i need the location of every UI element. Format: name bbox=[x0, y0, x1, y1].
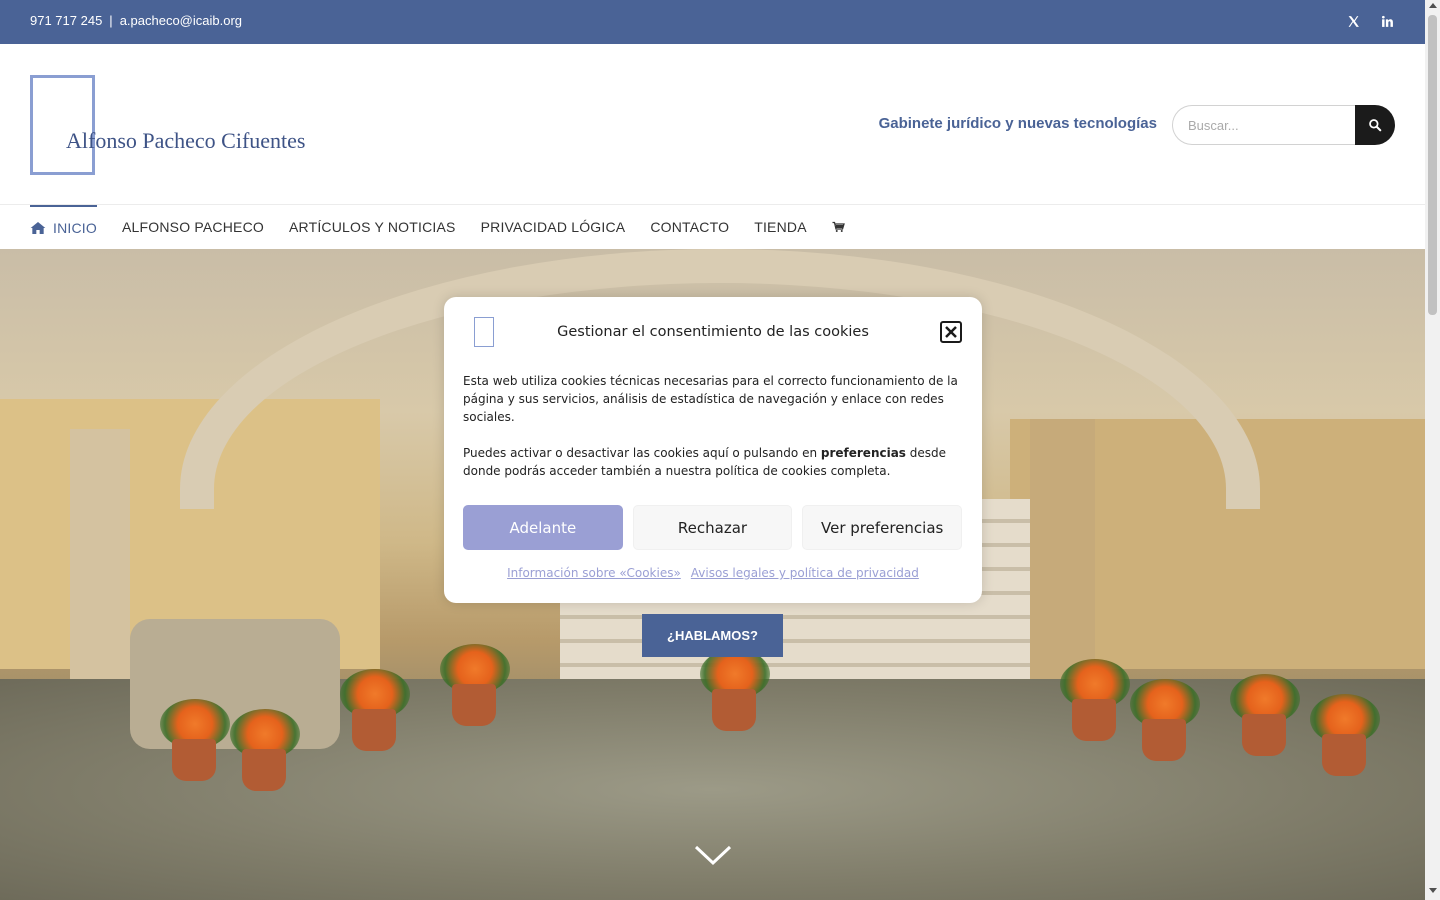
view-preferences-button[interactable]: Ver preferencias bbox=[802, 505, 963, 550]
hero-flower-pot bbox=[1322, 734, 1366, 776]
modal-actions: Adelante Rechazar Ver preferencias bbox=[463, 505, 963, 550]
cookies-info-link[interactable]: Información sobre «Cookies» bbox=[507, 566, 681, 580]
nav-item-label: CONTACTO bbox=[650, 219, 730, 235]
scrollbar-thumb[interactable] bbox=[1428, 15, 1437, 315]
site-tagline: Gabinete jurídico y nuevas tecnologías bbox=[878, 115, 1157, 132]
modal-title: Gestionar el consentimiento de las cooki… bbox=[557, 324, 869, 340]
hero-flower-pot bbox=[352, 709, 396, 751]
home-icon bbox=[30, 222, 46, 234]
scroll-up-arrow-icon[interactable] bbox=[1429, 3, 1437, 8]
nav-item-tienda[interactable]: TIENDA bbox=[754, 205, 807, 249]
legal-notice-link[interactable]: Avisos legales y política de privacidad bbox=[691, 566, 919, 580]
nav-item-label: ARTÍCULOS Y NOTICIAS bbox=[288, 219, 456, 235]
top-bar: 971 717 245 | a.pacheco@icaib.org bbox=[0, 0, 1425, 44]
search-button[interactable] bbox=[1355, 105, 1395, 145]
nav-item-label: ALFONSO PACHECO bbox=[121, 219, 264, 235]
nav-item-privacidad-logica[interactable]: PRIVACIDAD LÓGICA bbox=[481, 205, 626, 249]
nav-item-articulos-y-noticias[interactable]: ARTÍCULOS Y NOTICIAS bbox=[289, 205, 456, 249]
linkedin-icon[interactable] bbox=[1379, 12, 1395, 30]
social-links bbox=[1345, 12, 1395, 30]
nav-item-label: INICIO bbox=[53, 220, 97, 236]
x-icon[interactable] bbox=[1345, 12, 1361, 30]
reject-button[interactable]: Rechazar bbox=[632, 505, 793, 550]
close-icon bbox=[945, 326, 957, 338]
email-link[interactable]: a.pacheco@icaib.org bbox=[120, 13, 242, 28]
cookie-consent-modal: Gestionar el consentimiento de las cooki… bbox=[444, 297, 982, 603]
modal-paragraph: Esta web utiliza cookies técnicas necesa… bbox=[463, 374, 958, 424]
modal-paragraph: Puedes activar o desactivar las cookies … bbox=[463, 444, 963, 480]
hero-flower-pot bbox=[712, 689, 756, 731]
site-header: Alfonso Pacheco Cifuentes Gabinete juríd… bbox=[0, 44, 1425, 205]
modal-text: Puedes activar o desactivar las cookies … bbox=[463, 446, 821, 460]
scroll-down-icon[interactable] bbox=[694, 844, 732, 866]
contact-info: 971 717 245 | a.pacheco@icaib.org bbox=[30, 13, 242, 28]
modal-links: Información sobre «Cookies» Avisos legal… bbox=[444, 566, 982, 580]
scroll-down-arrow-icon[interactable] bbox=[1429, 888, 1437, 893]
hero-flower-pot bbox=[172, 739, 216, 781]
preferences-emphasis: preferencias bbox=[820, 446, 906, 460]
logo-text: Alfonso Pacheco Cifuentes bbox=[66, 128, 306, 153]
logo-frame bbox=[30, 75, 95, 175]
site-logo[interactable]: Alfonso Pacheco Cifuentes bbox=[30, 74, 320, 176]
search-form bbox=[1172, 105, 1395, 145]
hero-flower-pot bbox=[1242, 714, 1286, 756]
hablamos-button[interactable]: ¿HABLAMOS? bbox=[642, 614, 783, 657]
nav-item-cart[interactable] bbox=[832, 205, 845, 249]
page-scrollbar[interactable] bbox=[1425, 0, 1440, 900]
modal-body: Esta web utiliza cookies técnicas necesa… bbox=[463, 372, 963, 480]
hero-flower-pot bbox=[1072, 699, 1116, 741]
cart-icon bbox=[832, 221, 845, 232]
nav-item-contacto[interactable]: CONTACTO bbox=[650, 205, 729, 249]
nav-item-alfonso-pacheco[interactable]: ALFONSO PACHECO bbox=[122, 205, 264, 249]
hero-flower-pot bbox=[1142, 719, 1186, 761]
close-button[interactable] bbox=[940, 321, 962, 343]
phone-number[interactable]: 971 717 245 bbox=[30, 13, 102, 28]
nav-item-label: TIENDA bbox=[754, 219, 807, 235]
accept-button[interactable]: Adelante bbox=[463, 505, 623, 550]
hero-flower-pot bbox=[242, 749, 286, 791]
search-icon bbox=[1369, 119, 1382, 132]
nav-item-inicio[interactable]: INICIO bbox=[30, 205, 97, 249]
contact-separator: | bbox=[109, 13, 113, 28]
search-input[interactable] bbox=[1172, 105, 1372, 145]
main-nav: INICIO ALFONSO PACHECO ARTÍCULOS Y NOTIC… bbox=[0, 205, 1425, 249]
nav-item-label: PRIVACIDAD LÓGICA bbox=[480, 219, 626, 235]
hero-flower-pot bbox=[452, 684, 496, 726]
